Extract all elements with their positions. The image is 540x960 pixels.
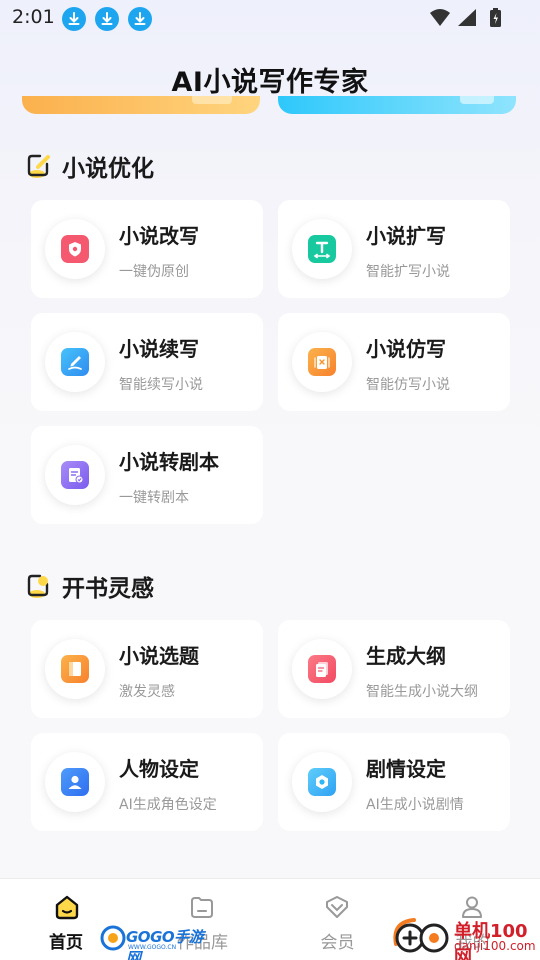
vip-icon (326, 896, 348, 918)
card-character-setting[interactable]: 人物设定 AI生成角色设定 (31, 733, 263, 831)
section-title: 小说优化 (62, 156, 154, 182)
card-title: 小说改写 (119, 224, 199, 248)
banner-left[interactable] (22, 96, 260, 114)
card-plot-setting[interactable]: 剧情设定 AI生成小说剧情 (278, 733, 510, 831)
danji-watermark: 单机100网 danji100.com (390, 914, 540, 960)
gogo-watermark-text: GOGO手游网 (126, 928, 204, 960)
section-title: 开书灵感 (62, 576, 154, 602)
download-notification-icon (128, 7, 152, 31)
tab-vip[interactable]: 会员 (270, 879, 405, 960)
card-title: 生成大纲 (366, 644, 446, 668)
card-subtitle: AI生成角色设定 (119, 797, 217, 813)
gogo-logo-icon (100, 925, 126, 951)
copy-icon (308, 348, 336, 376)
gogo-watermark: GOGO手游网 WWW.GOGO.CN (100, 925, 206, 960)
card-novel-rewrite[interactable]: 小说改写 一键伪原创 (31, 200, 263, 298)
section-header-novel-optimize: 小说优化 (26, 150, 154, 182)
outline-icon (308, 655, 336, 683)
card-subtitle: AI生成小说剧情 (366, 797, 464, 813)
card-subtitle: 一键转剧本 (119, 490, 189, 506)
card-title: 人物设定 (119, 757, 199, 781)
card-title: 小说仿写 (366, 337, 446, 361)
pen-icon (61, 348, 89, 376)
status-bar: 2:01 (0, 0, 540, 36)
download-notification-icon (95, 7, 119, 31)
text-expand-icon (308, 235, 336, 263)
book-icon (61, 655, 89, 683)
card-subtitle: 智能续写小说 (119, 377, 203, 393)
card-novel-topic[interactable]: 小说选题 激发灵感 (31, 620, 263, 718)
card-novel-expand[interactable]: 小说扩写 智能扩写小说 (278, 200, 510, 298)
card-novel-imitate[interactable]: 小说仿写 智能仿写小说 (278, 313, 510, 411)
card-subtitle: 激发灵感 (119, 684, 175, 700)
card-title: 小说扩写 (366, 224, 446, 248)
person-icon (61, 768, 89, 796)
script-icon (61, 461, 89, 489)
card-title: 小说转剧本 (119, 450, 219, 474)
danji-logo-icon (393, 918, 449, 953)
card-title: 小说选题 (119, 644, 199, 668)
tab-label: 会员 (320, 933, 355, 953)
section-header-writing-inspiration: 开书灵感 (26, 570, 154, 602)
home-icon (55, 895, 79, 920)
card-subtitle: 智能仿写小说 (366, 377, 450, 393)
folder-icon (191, 897, 213, 918)
card-subtitle: 智能扩写小说 (366, 264, 450, 280)
gear-icon (308, 768, 336, 796)
page-title: AI小说写作专家 (171, 67, 369, 98)
gogo-watermark-url: WWW.GOGO.CN (128, 944, 177, 951)
status-time: 2:01 (12, 6, 55, 28)
card-novel-continue[interactable]: 小说续写 智能续写小说 (31, 313, 263, 411)
card-generate-outline[interactable]: 生成大纲 智能生成小说大纲 (278, 620, 510, 718)
card-title: 小说续写 (119, 337, 199, 361)
card-title: 剧情设定 (366, 757, 446, 781)
system-status-icons (430, 8, 501, 27)
shield-icon (61, 235, 89, 263)
card-subtitle: 一键伪原创 (119, 264, 189, 280)
section-leaf-icon (26, 572, 52, 600)
banner-right[interactable] (278, 96, 516, 114)
danji-watermark-url: danji100.com (454, 939, 536, 953)
section-leaf-icon (26, 152, 52, 180)
card-novel-to-script[interactable]: 小说转剧本 一键转剧本 (31, 426, 263, 524)
card-subtitle: 智能生成小说大纲 (366, 684, 478, 700)
download-notification-icon (62, 7, 86, 31)
